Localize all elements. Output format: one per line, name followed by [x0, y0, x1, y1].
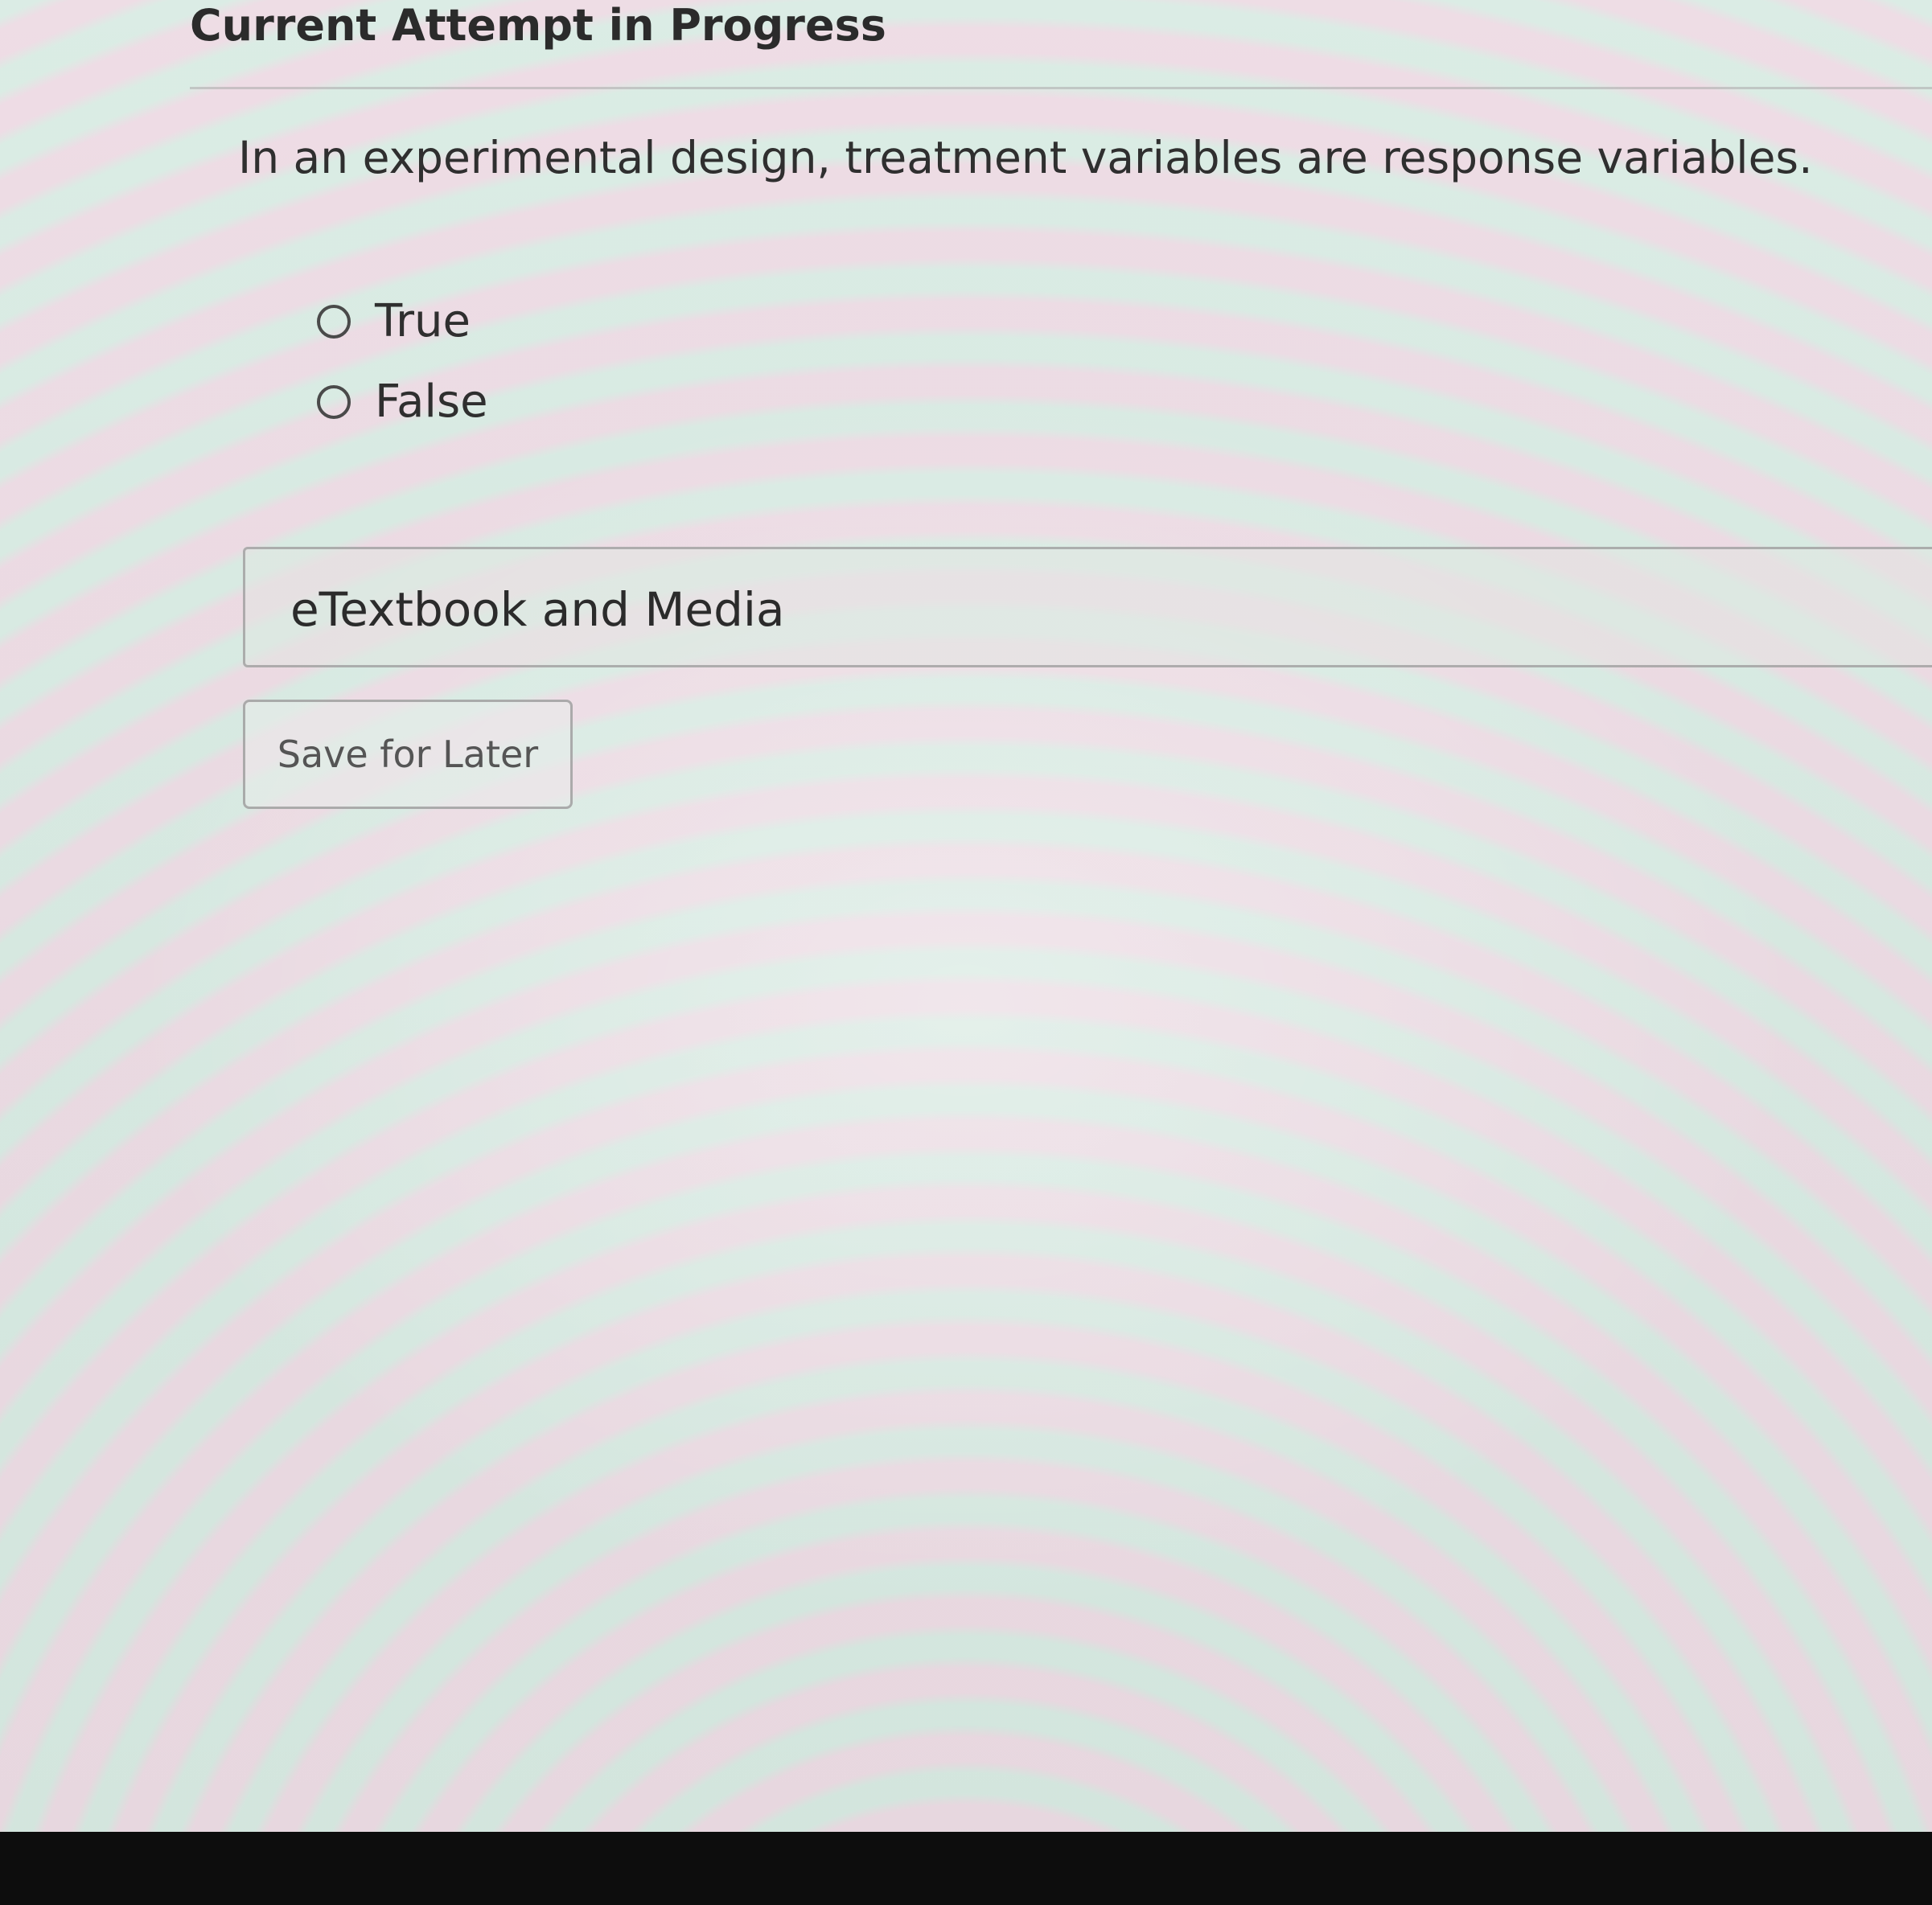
- answer-options: True False: [317, 281, 488, 442]
- question-text: In an experimental design, treatment var…: [238, 132, 1813, 183]
- page-title: Current Attempt in Progress: [190, 0, 886, 51]
- option-false-label[interactable]: False: [375, 376, 488, 428]
- radio-button-true[interactable]: [317, 305, 351, 339]
- etextbook-media-panel[interactable]: eTextbook and Media: [243, 547, 1932, 667]
- save-for-later-button[interactable]: Save for Later: [243, 700, 573, 809]
- radio-button-false[interactable]: [317, 385, 351, 419]
- option-false[interactable]: False: [317, 362, 488, 442]
- header-divider: [190, 87, 1932, 89]
- option-true-label[interactable]: True: [375, 296, 471, 347]
- screen: Current Attempt in Progress In an experi…: [0, 0, 1932, 1832]
- option-true[interactable]: True: [317, 281, 488, 362]
- etextbook-media-label[interactable]: eTextbook and Media: [290, 581, 785, 638]
- monitor-bezel: [0, 1832, 1932, 1905]
